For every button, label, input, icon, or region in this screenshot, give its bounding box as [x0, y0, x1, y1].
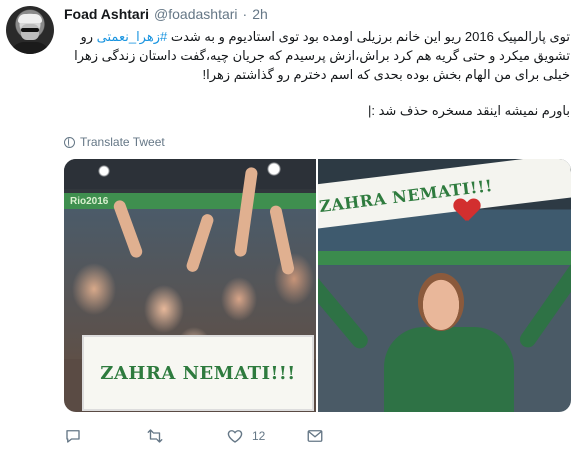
reply-icon [66, 430, 80, 443]
woman-head [418, 273, 464, 331]
avatar-body [10, 42, 50, 54]
avatar[interactable] [6, 6, 54, 54]
retweet-icon [147, 429, 163, 443]
avatar-glasses [21, 28, 39, 32]
raised-arm [318, 272, 372, 352]
translate-tweet-link[interactable]: Translate Tweet [64, 135, 165, 149]
author-handle[interactable]: @foadashtari [154, 6, 237, 22]
zahra-nemati-banner: ZAHRA NEMATI!!! [318, 159, 571, 229]
woman-body [384, 327, 514, 412]
heart-icon [454, 199, 480, 225]
zahra-nemati-sign: ZAHRA NEMATI!!! [82, 335, 314, 411]
avatar-hat [18, 14, 42, 23]
hashtag-link[interactable]: #زهرا_نعمتی [97, 29, 168, 44]
media-grid: Rio2016 ZAHRA NEMATI!!! ZAHRA NEMATI!!! [64, 159, 571, 412]
dm-button[interactable] [306, 426, 324, 446]
globe-icon [64, 136, 75, 148]
tweet-actions: 12 [64, 426, 364, 446]
tweet-time[interactable]: 2h [252, 6, 268, 22]
photo-left[interactable]: Rio2016 ZAHRA NEMATI!!! [64, 159, 316, 412]
retweet-button[interactable] [146, 426, 164, 446]
tweet-text-paragraph-2: باورم نمیشه اینقد مسخره حذف شد :| [367, 103, 570, 118]
green-rail [318, 251, 571, 265]
stadium-lights [64, 159, 316, 189]
like-button[interactable]: 12 [226, 426, 265, 446]
tweet-header: Foad Ashtari @foadashtari · 2h [64, 6, 268, 24]
author-name[interactable]: Foad Ashtari [64, 6, 149, 22]
heart-outline-icon [227, 430, 243, 443]
reply-button[interactable] [64, 426, 82, 446]
tweet-text-paragraph-1: توی پارالمپیک 2016 ریو این خانم برزیلی ا… [64, 27, 570, 84]
rio-logo-text: Rio2016 [70, 196, 109, 207]
raised-arm [516, 259, 571, 351]
separator: · [242, 6, 248, 22]
photo-right[interactable]: ZAHRA NEMATI!!! [318, 159, 571, 412]
like-count: 12 [252, 429, 266, 443]
avatar-face [21, 24, 39, 40]
envelope-icon [307, 430, 323, 442]
translate-label: Translate Tweet [80, 135, 165, 149]
tweet-text-part: توی پارالمپیک 2016 ریو این خانم برزیلی ا… [167, 29, 570, 44]
